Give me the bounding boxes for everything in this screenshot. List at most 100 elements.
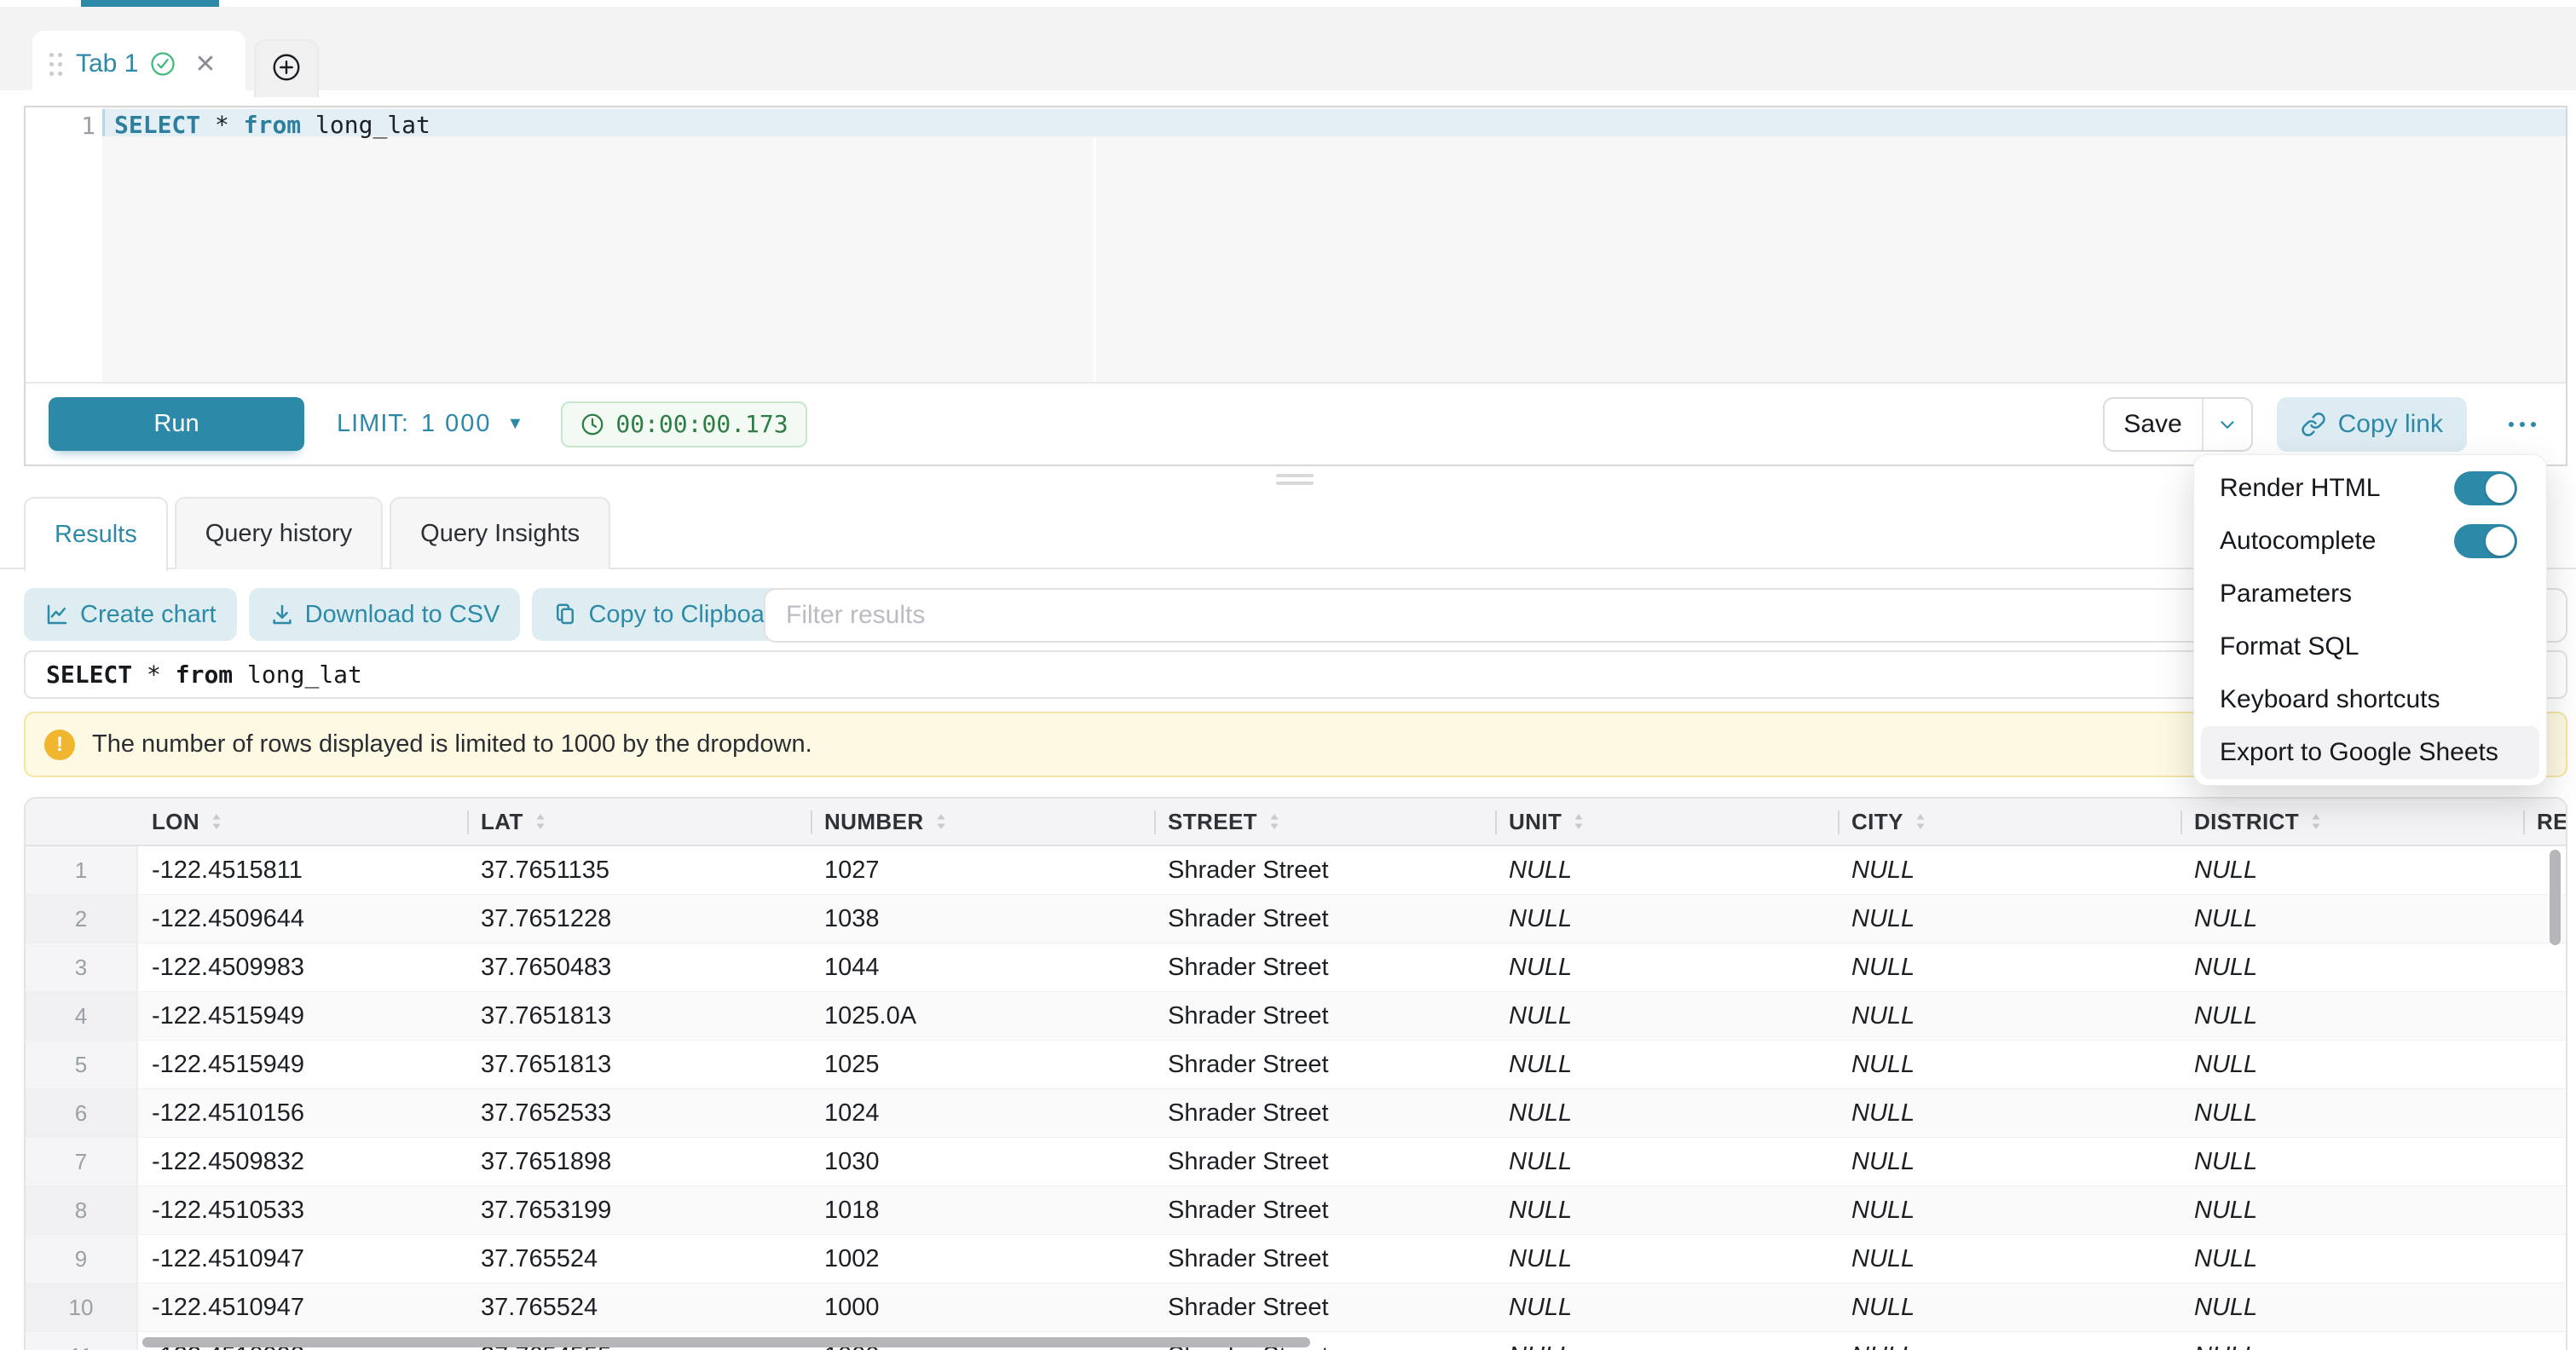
row-number[interactable]: 10 (26, 1284, 138, 1331)
table-cell[interactable]: NULL (2180, 1186, 2523, 1234)
table-cell[interactable]: Shrader Street (1154, 1089, 1495, 1137)
row-number[interactable]: 7 (26, 1138, 138, 1186)
table-cell[interactable]: NULL (1838, 1332, 2180, 1350)
column-header-city[interactable]: CITY (1838, 799, 2180, 845)
table-cell[interactable]: NULL (2180, 1332, 2523, 1350)
column-header-lon[interactable]: LON (138, 799, 467, 845)
table-cell[interactable]: NULL (1838, 1089, 2180, 1137)
table-cell[interactable]: NULL (1495, 1284, 1838, 1331)
horizontal-scrollbar[interactable] (142, 1337, 1310, 1347)
tab-query-1[interactable]: Tab 1 ✕ (32, 31, 245, 97)
menu-item-export-google-sheets[interactable]: Export to Google Sheets (2201, 726, 2539, 779)
table-cell[interactable]: NULL (2180, 992, 2523, 1040)
row-number[interactable]: 6 (26, 1089, 138, 1137)
tab-close-icon[interactable]: ✕ (194, 49, 216, 79)
tab-results[interactable]: Results (24, 497, 168, 571)
column-header-street[interactable]: STREET (1154, 799, 1495, 845)
table-cell[interactable]: -122.4510947 (138, 1235, 467, 1283)
editor-code-line[interactable]: SELECT * from long_lat (114, 111, 430, 139)
table-cell[interactable] (2523, 1284, 2567, 1331)
table-cell[interactable]: 1000 (811, 1284, 1154, 1331)
table-cell[interactable]: NULL (1838, 1284, 2180, 1331)
table-cell[interactable]: NULL (2180, 1235, 2523, 1283)
table-cell[interactable]: -122.4509644 (138, 895, 467, 943)
table-cell[interactable]: 1044 (811, 943, 1154, 991)
table-cell[interactable] (2523, 1138, 2567, 1186)
table-cell[interactable] (2523, 1235, 2567, 1283)
table-cell[interactable]: NULL (2180, 943, 2523, 991)
table-cell[interactable]: NULL (2180, 1138, 2523, 1186)
pane-resize-handle[interactable] (1276, 474, 1314, 489)
table-cell[interactable]: Shrader Street (1154, 895, 1495, 943)
column-header-district[interactable]: DISTRICT (2180, 799, 2523, 845)
table-cell[interactable]: NULL (1838, 1186, 2180, 1234)
table-cell[interactable]: 37.7651135 (467, 846, 811, 894)
new-tab-button[interactable] (254, 39, 319, 97)
limit-dropdown[interactable]: LIMIT: 1 000 ▼ (337, 410, 523, 438)
table-cell[interactable]: 37.7651813 (467, 992, 811, 1040)
table-cell[interactable]: Shrader Street (1154, 943, 1495, 991)
menu-item-render-html[interactable]: Render HTML (2201, 462, 2539, 515)
table-cell[interactable] (2523, 992, 2567, 1040)
table-cell[interactable]: 37.7652533 (467, 1089, 811, 1137)
table-cell[interactable] (2523, 895, 2567, 943)
table-cell[interactable]: -122.4510947 (138, 1284, 467, 1331)
table-cell[interactable]: -122.4515811 (138, 846, 467, 894)
table-cell[interactable] (2523, 1332, 2567, 1350)
tab-query-insights[interactable]: Query Insights (390, 497, 610, 569)
create-chart-button[interactable]: Create chart (24, 588, 237, 641)
table-cell[interactable]: 1024 (811, 1089, 1154, 1137)
table-cell[interactable]: 1025 (811, 1041, 1154, 1088)
table-cell[interactable]: -122.4509983 (138, 943, 467, 991)
table-cell[interactable]: 1027 (811, 846, 1154, 894)
menu-item-format-sql[interactable]: Format SQL (2201, 620, 2539, 673)
row-number[interactable]: 3 (26, 943, 138, 991)
sql-editor[interactable]: 1 SELECT * from long_lat (26, 107, 2566, 382)
table-cell[interactable]: 1038 (811, 895, 1154, 943)
table-cell[interactable]: Shrader Street (1154, 1235, 1495, 1283)
more-options-button[interactable] (2498, 403, 2547, 446)
table-cell[interactable]: 37.765524 (467, 1235, 811, 1283)
table-cell[interactable]: Shrader Street (1154, 1138, 1495, 1186)
table-cell[interactable]: NULL (2180, 1041, 2523, 1088)
table-cell[interactable]: 37.7653199 (467, 1186, 811, 1234)
tab-drag-handle-icon[interactable] (49, 53, 62, 76)
column-header-re[interactable]: RE (2523, 799, 2567, 845)
table-cell[interactable]: 1002 (811, 1235, 1154, 1283)
table-cell[interactable]: Shrader Street (1154, 1186, 1495, 1234)
table-cell[interactable]: Shrader Street (1154, 992, 1495, 1040)
table-cell[interactable]: NULL (1495, 895, 1838, 943)
table-cell[interactable]: NULL (1495, 1138, 1838, 1186)
table-cell[interactable]: NULL (1838, 992, 2180, 1040)
row-number[interactable]: 4 (26, 992, 138, 1040)
row-number[interactable]: 1 (26, 846, 138, 894)
table-cell[interactable]: -122.4515949 (138, 992, 467, 1040)
table-cell[interactable]: Shrader Street (1154, 1041, 1495, 1088)
save-button[interactable]: Save (2105, 399, 2202, 450)
table-cell[interactable] (2523, 1041, 2567, 1088)
save-options-button[interactable] (2202, 399, 2251, 450)
table-cell[interactable]: NULL (1838, 1041, 2180, 1088)
table-cell[interactable]: 37.7650483 (467, 943, 811, 991)
table-cell[interactable]: NULL (2180, 1089, 2523, 1137)
table-cell[interactable]: NULL (1495, 1235, 1838, 1283)
render-html-toggle[interactable] (2454, 471, 2517, 505)
table-cell[interactable]: 37.7651813 (467, 1041, 811, 1088)
table-cell[interactable]: -122.4510156 (138, 1089, 467, 1137)
table-cell[interactable]: 1018 (811, 1186, 1154, 1234)
autocomplete-toggle[interactable] (2454, 524, 2517, 558)
vertical-scrollbar[interactable] (2550, 850, 2561, 945)
table-cell[interactable] (2523, 943, 2567, 991)
table-cell[interactable]: NULL (1838, 846, 2180, 894)
table-cell[interactable]: 37.7651898 (467, 1138, 811, 1186)
column-header-unit[interactable]: UNIT (1495, 799, 1838, 845)
table-cell[interactable] (2523, 1186, 2567, 1234)
table-cell[interactable]: NULL (1495, 1089, 1838, 1137)
table-cell[interactable] (2523, 846, 2567, 894)
table-cell[interactable]: NULL (1838, 943, 2180, 991)
table-cell[interactable]: -122.4510533 (138, 1186, 467, 1234)
table-cell[interactable]: NULL (2180, 895, 2523, 943)
table-cell[interactable]: 37.7651228 (467, 895, 811, 943)
menu-item-keyboard-shortcuts[interactable]: Keyboard shortcuts (2201, 673, 2539, 726)
table-cell[interactable]: Shrader Street (1154, 1284, 1495, 1331)
